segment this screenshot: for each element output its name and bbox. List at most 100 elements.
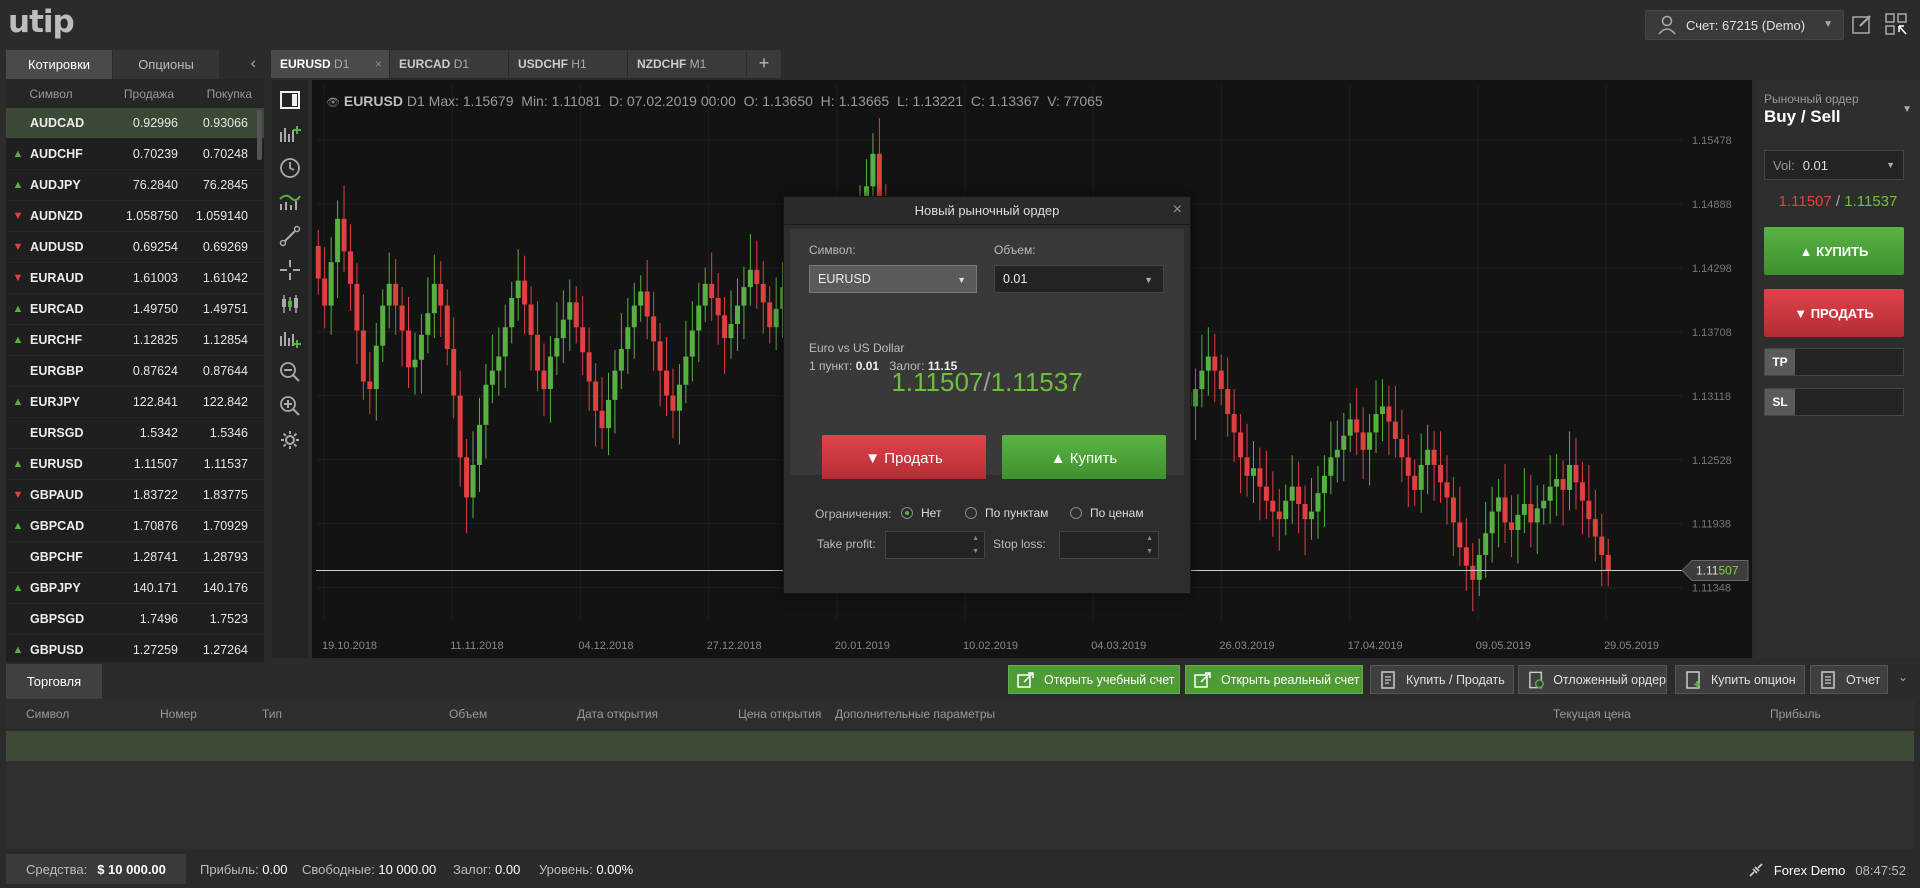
col-profit[interactable]: Прибыль — [1770, 707, 1821, 721]
quote-row[interactable]: ▼ EURAUD 1.61003 1.61042 — [6, 263, 264, 294]
document-icon — [1381, 670, 1395, 689]
volume-select[interactable]: 0.01 ▼ — [994, 265, 1164, 293]
radio-dot — [1070, 507, 1082, 519]
quote-row[interactable]: GBPSGD 1.7496 1.7523 — [6, 604, 264, 635]
gear-icon[interactable] — [278, 428, 302, 452]
quote-row[interactable]: ▼ GBPAUD 1.83722 1.83775 — [6, 480, 264, 511]
col-type[interactable]: Тип — [262, 707, 282, 721]
col-open-price[interactable]: Цена открытия — [738, 707, 821, 721]
zoom-in-icon[interactable] — [278, 394, 302, 418]
quote-row[interactable]: ▼ AUDUSD 0.69254 0.69269 — [6, 232, 264, 263]
report-button[interactable]: Отчет — [1810, 665, 1888, 694]
quote-row[interactable]: GBPCHF 1.28741 1.28793 — [6, 542, 264, 573]
col-extra-params[interactable]: Дополнительные параметры — [835, 707, 995, 721]
crosshair-icon[interactable] — [278, 258, 302, 282]
col-volume[interactable]: Объем — [449, 707, 487, 721]
tab-quotes[interactable]: Котировки — [6, 50, 113, 79]
add-indicator-icon[interactable] — [278, 122, 302, 146]
order-type-value[interactable]: Buy / Sell — [1764, 107, 1841, 127]
quotes-scrollbar[interactable] — [257, 110, 262, 160]
quote-row[interactable]: ▲ EURJPY 122.841 122.842 — [6, 387, 264, 418]
take-profit-input[interactable]: ▲ ▼ — [885, 531, 985, 559]
tab-trading[interactable]: Торговля — [6, 664, 102, 699]
account-selector[interactable]: Счет: 67215 (Demo) ▼ — [1645, 10, 1844, 40]
candle-body — [702, 283, 708, 306]
x-tick-label: 17.04.2019 — [1348, 640, 1403, 652]
quote-row[interactable]: EURSGD 1.5342 1.5346 — [6, 418, 264, 449]
col-sell[interactable]: Продажа — [96, 87, 174, 101]
zoom-out-icon[interactable] — [278, 360, 302, 384]
radio-none[interactable]: Нет — [901, 506, 941, 520]
chevron-down-icon[interactable]: ▼ — [1902, 104, 1912, 115]
dialog-sell-button[interactable]: ▼ Продать — [822, 435, 986, 481]
chart-tab-eurcad[interactable]: EURCAD D1 — [390, 50, 508, 78]
quote-symbol: EURSGD — [30, 426, 84, 440]
open-demo-account-button[interactable]: Открыть учебный счет — [1008, 665, 1180, 694]
quote-row[interactable]: ▲ EURUSD 1.11507 1.11537 — [6, 449, 264, 480]
dialog-buy-button[interactable]: ▲ Купить — [1002, 435, 1166, 481]
candle-body — [1592, 519, 1598, 537]
close-icon[interactable]: × — [1173, 201, 1182, 219]
stop-loss-field[interactable]: SL — [1764, 388, 1904, 416]
chart-tab-usdchf[interactable]: USDCHF H1 — [509, 50, 627, 78]
quote-row[interactable]: EURGBP 0.87624 0.87644 — [6, 356, 264, 387]
col-number[interactable]: Номер — [160, 707, 197, 721]
quote-row[interactable]: ▲ EURCAD 1.49750 1.49751 — [6, 294, 264, 325]
sell-button[interactable]: ▼ ПРОДАТЬ — [1764, 289, 1904, 337]
quote-row[interactable]: ▲ EURCHF 1.12825 1.12854 — [6, 325, 264, 356]
edit-icon[interactable] — [1850, 12, 1874, 36]
col-open-date[interactable]: Дата открытия — [577, 707, 658, 721]
candle-body — [1528, 503, 1534, 523]
clock-icon[interactable] — [278, 156, 302, 180]
quote-row[interactable]: ▼ AUDNZD 1.058750 1.059140 — [6, 201, 264, 232]
candle-body — [457, 395, 463, 458]
candle-body — [347, 251, 353, 284]
quote-row[interactable]: ▲ AUDCHF 0.70239 0.70248 — [6, 139, 264, 170]
candle-body — [431, 283, 437, 314]
level-status: Уровень: 0.00% — [539, 862, 633, 877]
chart-type-icon[interactable] — [278, 88, 302, 112]
layout-grid-icon[interactable] — [1884, 12, 1908, 36]
radio-by-points[interactable]: По пунктам — [965, 506, 1048, 520]
chevron-down-icon[interactable]: ⌄ — [1898, 670, 1908, 684]
indicators-icon[interactable] — [278, 190, 302, 214]
buy-button[interactable]: ▲ КУПИТЬ — [1764, 227, 1904, 275]
buy-option-button[interactable]: Купить опцион — [1675, 665, 1805, 694]
quote-row[interactable]: ▲ GBPJPY 140.171 140.176 — [6, 573, 264, 604]
quote-row[interactable]: ▲ GBPCAD 1.70876 1.70929 — [6, 511, 264, 542]
radio-by-prices[interactable]: По ценам — [1070, 506, 1144, 520]
level-value: 0.00% — [596, 862, 634, 877]
buy-sell-button[interactable]: Купить / Продать — [1370, 665, 1514, 694]
col-symbol[interactable]: Символ — [26, 707, 69, 721]
candle-body — [1392, 421, 1398, 439]
candle-body — [1270, 500, 1276, 512]
quote-row[interactable]: AUDCAD 0.92996 0.93066 — [6, 108, 264, 139]
candle-body — [470, 464, 476, 498]
candle-body — [1567, 464, 1573, 490]
chart-tab-eurusd[interactable]: EURUSD D1 × — [271, 50, 389, 78]
col-current-price[interactable]: Текущая цена — [1553, 707, 1631, 721]
trendline-icon[interactable] — [278, 224, 302, 248]
pending-order-button[interactable]: Отложенный ордер — [1518, 665, 1667, 694]
volume-select[interactable]: Vol: 0.01 ▼ — [1764, 150, 1904, 180]
bars-add-icon[interactable] — [278, 326, 302, 350]
add-chart-button[interactable]: + — [747, 50, 781, 78]
col-symbol[interactable]: Символ — [6, 87, 96, 101]
buy-option-label: Купить опцион — [1711, 672, 1796, 687]
tab-options[interactable]: Опционы — [113, 50, 220, 79]
eye-icon[interactable]: 👁 — [326, 97, 340, 109]
close-icon[interactable]: × — [375, 50, 382, 78]
quote-sell: 1.11507 — [133, 457, 178, 471]
take-profit-field[interactable]: TP — [1764, 348, 1904, 376]
col-buy[interactable]: Покупка — [174, 87, 252, 101]
open-real-account-button[interactable]: Открыть реальный счет — [1185, 665, 1363, 694]
candles-icon[interactable] — [278, 292, 302, 316]
collapse-left-icon[interactable]: ‹ — [251, 55, 256, 73]
chart-tab-nzdchf[interactable]: NZDCHF M1 — [628, 50, 746, 78]
chevron-down-icon: ▼ — [957, 275, 966, 285]
quote-row[interactable]: ▲ AUDJPY 76.2840 76.2845 — [6, 170, 264, 201]
symbol-select[interactable]: EURUSD ▼ — [809, 265, 977, 293]
stop-loss-input[interactable]: ▲ ▼ — [1059, 531, 1159, 559]
arrow-up-icon: ▲ — [12, 520, 24, 532]
candle-body — [1450, 497, 1456, 523]
